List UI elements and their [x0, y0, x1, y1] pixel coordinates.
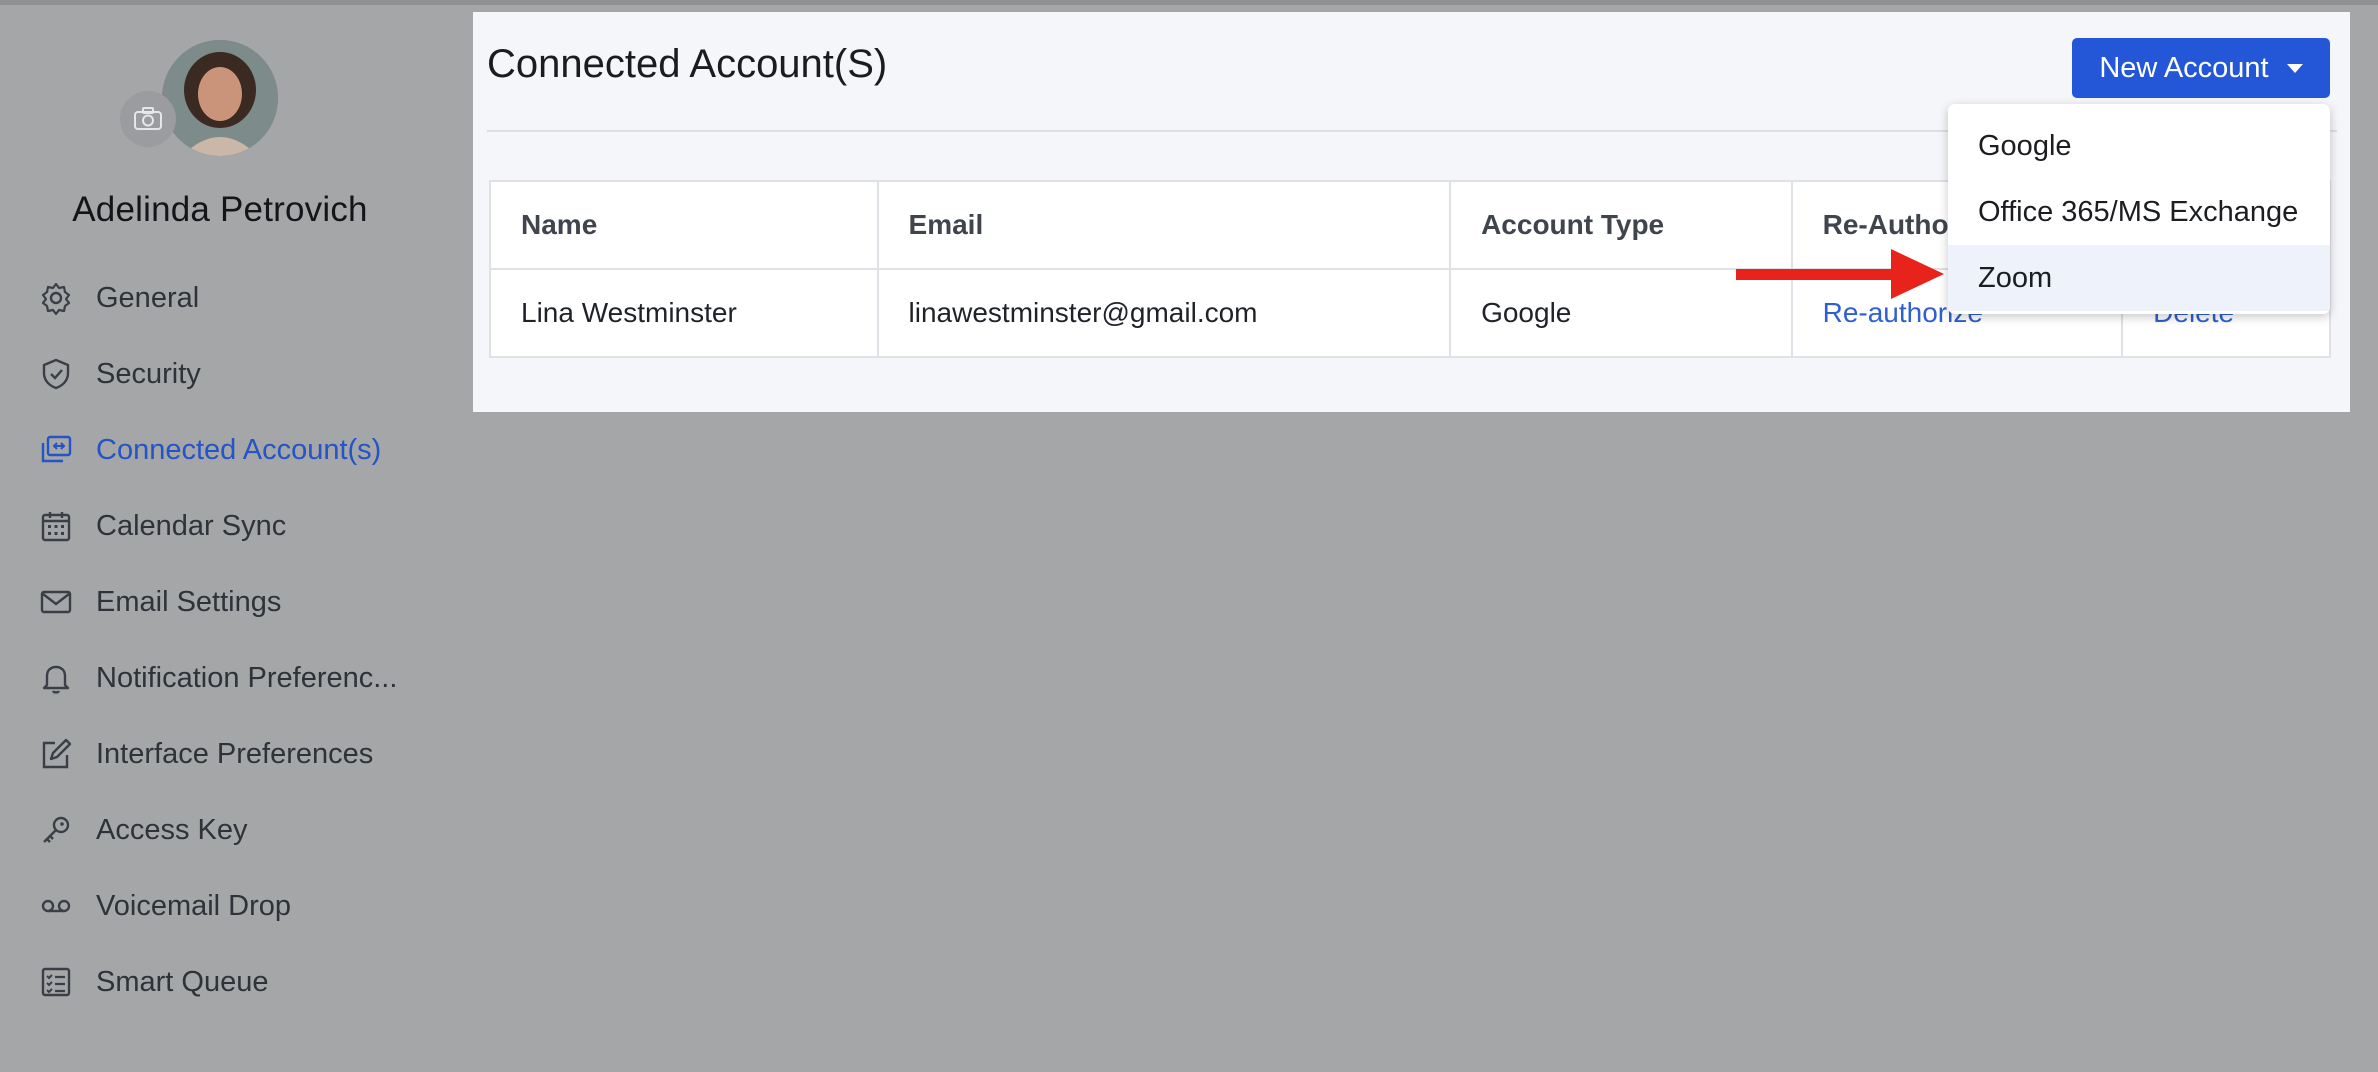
- new-account-label: New Account: [2099, 51, 2269, 84]
- sidebar-item-label: Access Key: [96, 813, 248, 846]
- bell-icon: [36, 658, 76, 698]
- menu-item-office365[interactable]: Office 365/MS Exchange: [1948, 179, 2330, 245]
- sidebar-item-security[interactable]: Security: [36, 348, 436, 400]
- sidebar-item-label: Calendar Sync: [96, 509, 287, 542]
- sidebar-item-label: Email Settings: [96, 585, 282, 618]
- new-account-dropdown-menu: Google Office 365/MS Exchange Zoom: [1948, 104, 2330, 314]
- envelope-icon: [36, 582, 76, 622]
- menu-item-google[interactable]: Google: [1948, 113, 2330, 179]
- checklist-icon: [36, 962, 76, 1002]
- camera-icon: [134, 107, 162, 130]
- sidebar-item-email-settings[interactable]: Email Settings: [36, 576, 436, 628]
- menu-item-zoom[interactable]: Zoom: [1948, 245, 2330, 311]
- sidebar-item-label: Interface Preferences: [96, 737, 374, 770]
- gear-icon: [36, 278, 76, 318]
- linked-accounts-icon: [36, 430, 76, 470]
- sidebar: Adelinda Petrovich General Security Conn…: [0, 0, 440, 1072]
- sidebar-item-label: Smart Queue: [96, 965, 269, 998]
- sidebar-item-label: General: [96, 281, 200, 314]
- caret-down-icon: [2286, 63, 2303, 73]
- key-icon: [36, 810, 76, 850]
- column-header-email: Email: [876, 180, 1452, 270]
- sidebar-item-label: Voicemail Drop: [96, 889, 292, 922]
- change-photo-button[interactable]: [120, 91, 176, 147]
- user-name: Adelinda Petrovich: [72, 190, 368, 229]
- sidebar-item-access-key[interactable]: Access Key: [36, 804, 436, 856]
- sidebar-item-connected-accounts[interactable]: Connected Account(s): [36, 424, 436, 476]
- sidebar-item-voicemail-drop[interactable]: Voicemail Drop: [36, 880, 436, 932]
- sidebar-item-calendar-sync[interactable]: Calendar Sync: [36, 500, 436, 552]
- sidebar-item-label: Connected Account(s): [96, 433, 382, 466]
- shield-icon: [36, 354, 76, 394]
- page-title: Connected Account(S): [487, 42, 888, 86]
- voicemail-icon: [36, 886, 76, 926]
- new-account-button[interactable]: New Account: [2072, 38, 2330, 98]
- sidebar-item-general[interactable]: General: [36, 272, 436, 324]
- edit-square-icon: [36, 734, 76, 774]
- avatar-container: [120, 36, 292, 172]
- sidebar-item-notification-preferences[interactable]: Notification Preferenc...: [36, 652, 436, 704]
- red-arrow-annotation-icon: [1736, 249, 1944, 299]
- cell-name: Lina Westminster: [489, 268, 879, 358]
- sidebar-item-interface-preferences[interactable]: Interface Preferences: [36, 728, 436, 780]
- column-header-name: Name: [489, 180, 879, 270]
- sidebar-item-label: Notification Preferenc...: [96, 661, 398, 694]
- sidebar-item-smart-queue[interactable]: Smart Queue: [36, 956, 436, 1008]
- calendar-icon: [36, 506, 76, 546]
- cell-email: linawestminster@gmail.com: [876, 268, 1452, 358]
- sidebar-item-label: Security: [96, 357, 201, 390]
- avatar[interactable]: [162, 40, 278, 156]
